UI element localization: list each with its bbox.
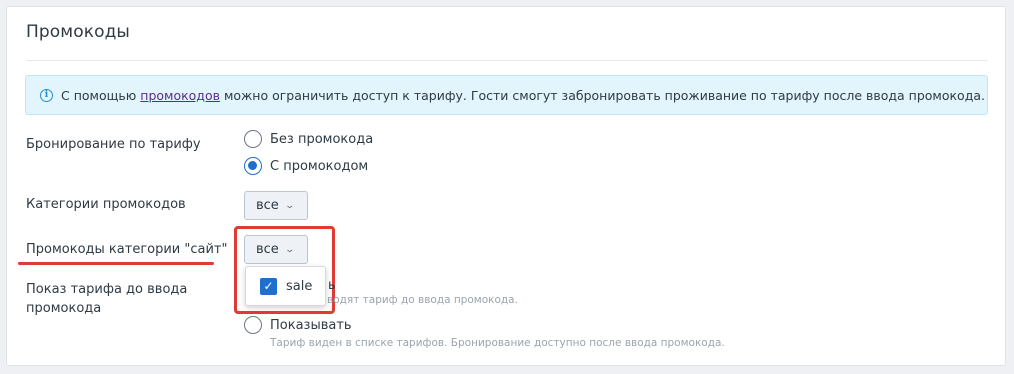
info-banner: i С помощью промокодов можно ограничить … [25,75,988,115]
hidden-option-fragment: ь [328,278,336,293]
radio-no-promo-circle[interactable] [244,130,262,148]
radio-with-promo-circle[interactable] [244,157,262,175]
show-tariff-label-line1: Показ тарифа до ввода [26,282,188,297]
radio-no-promo-label: Без промокода [270,131,374,147]
show-hint: Тариф виден в списке тарифов. Бронирован… [270,337,725,349]
categories-dropdown-value: все [256,198,279,213]
radio-show-circle[interactable] [244,316,262,334]
show-tariff-label-line2: промокода [26,301,102,316]
title-divider [26,60,988,61]
radio-with-promo-label: С промокодом [270,158,369,174]
label-underline-annotation [18,262,214,265]
info-text-before: С помощью [61,87,137,103]
check-icon[interactable]: ✓ [260,277,277,295]
menu-item-sale[interactable]: sale [286,279,312,294]
site-codes-menu[interactable]: ✓ sale [245,266,326,306]
categories-dropdown[interactable]: все ⌄ [244,191,308,220]
booking-label: Бронирование по тарифу [26,137,201,152]
promo-codes-link[interactable]: промокодов [140,88,220,103]
categories-label: Категории промокодов [26,197,186,212]
hidden-option-hint: водят тариф до ввода промокода. [327,294,518,306]
site-codes-label: Промокоды категории "сайт" [26,242,228,257]
chevron-down-icon: ⌄ [284,200,295,211]
section-title: Промокоды [26,22,130,42]
info-text-after: можно ограничить доступ к тарифу. Гости … [223,87,985,103]
radio-show-label: Показывать [270,317,352,333]
info-icon: i [40,88,53,102]
radio-no-promo[interactable]: Без промокода [244,130,373,148]
radio-show[interactable]: Показывать [244,316,352,334]
radio-with-promo[interactable]: С промокодом [244,157,368,175]
